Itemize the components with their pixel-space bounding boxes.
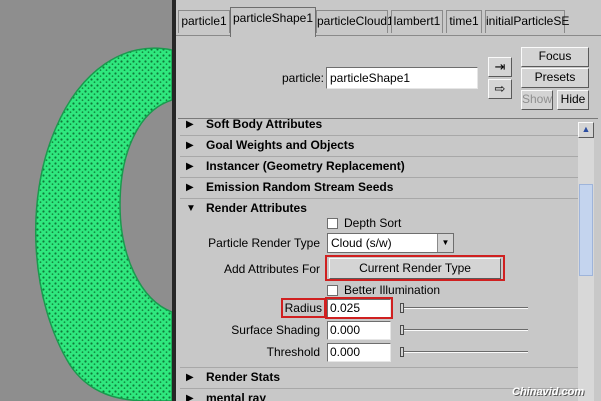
depth-sort-checkbox[interactable] xyxy=(327,218,338,229)
particle-label: particle: xyxy=(282,71,325,85)
viewport-panel[interactable] xyxy=(0,0,172,401)
highlight-box xyxy=(281,298,326,318)
tab-particlecloud1[interactable]: particleCloud1 xyxy=(316,10,394,33)
highlight-box xyxy=(325,255,505,281)
select-node-icon[interactable]: ⇥ xyxy=(488,57,512,77)
tab-initialparticlese[interactable]: initialParticleSE xyxy=(485,10,569,33)
load-node-icon[interactable]: ⇨ xyxy=(488,79,512,99)
chevron-down-icon: ▼ xyxy=(437,234,453,252)
slider-knob[interactable] xyxy=(400,347,404,357)
focus-button[interactable]: Focus xyxy=(521,47,589,67)
slider-track xyxy=(400,307,528,309)
show-button[interactable]: Show xyxy=(521,90,553,110)
particle-render-type-label: Particle Render Type xyxy=(208,236,320,250)
expanded-arrow-icon: ▼ xyxy=(186,203,196,214)
particle-render-type-dropdown[interactable]: Cloud (s/w) ▼ xyxy=(327,233,454,253)
collapsed-arrow-icon: ▶ xyxy=(186,161,194,172)
vertical-scrollbar[interactable]: ▲ xyxy=(578,122,594,401)
section-instancer[interactable]: ▶ Instancer (Geometry Replacement) xyxy=(180,157,578,177)
tab-particleshape1[interactable]: particleShape1 xyxy=(230,7,316,37)
collapsed-arrow-icon: ▶ xyxy=(186,372,194,383)
slider-knob[interactable] xyxy=(400,303,404,313)
presets-button[interactable]: Presets xyxy=(521,68,589,88)
section-soft-body-attributes[interactable]: ▶ Soft Body Attributes xyxy=(180,119,578,135)
add-attributes-label: Add Attributes For xyxy=(223,262,320,276)
surface-shading-label: Surface Shading xyxy=(231,323,320,337)
better-illumination-label: Better Illumination xyxy=(344,283,441,297)
collapsed-arrow-icon: ▶ xyxy=(186,182,194,193)
collapsed-arrow-icon: ▶ xyxy=(186,119,194,130)
surface-shading-slider[interactable] xyxy=(400,325,528,335)
section-emission-random-stream-seeds[interactable]: ▶ Emission Random Stream Seeds xyxy=(180,178,578,198)
tab-time1[interactable]: time1 xyxy=(446,10,482,33)
collapsed-arrow-icon: ▶ xyxy=(186,140,194,151)
particle-cloud xyxy=(34,47,172,401)
collapsed-arrow-icon: ▶ xyxy=(186,393,194,401)
radius-slider[interactable] xyxy=(400,303,528,313)
surface-shading-field[interactable]: 0.000 xyxy=(327,321,391,340)
slider-track xyxy=(400,351,528,353)
tab-bar: particle1 particleShape1 particleCloud1 … xyxy=(176,0,601,37)
section-render-stats[interactable]: ▶ Render Stats xyxy=(180,368,578,388)
scroll-up-icon[interactable]: ▲ xyxy=(578,122,594,138)
better-illumination-checkbox[interactable] xyxy=(327,285,338,296)
slider-track xyxy=(400,329,528,331)
scroll-thumb[interactable] xyxy=(579,184,593,276)
particle-name-field[interactable]: particleShape1 xyxy=(326,67,478,89)
threshold-label: Threshold xyxy=(266,345,320,359)
section-goal-weights[interactable]: ▶ Goal Weights and Objects xyxy=(180,136,578,156)
watermark: Chinavid.com xyxy=(512,386,585,398)
threshold-slider[interactable] xyxy=(400,347,528,357)
depth-sort-label: Depth Sort xyxy=(344,216,402,230)
tab-lambert1[interactable]: lambert1 xyxy=(391,10,443,33)
slider-knob[interactable] xyxy=(400,325,404,335)
highlight-box xyxy=(325,297,393,319)
tab-particle1[interactable]: particle1 xyxy=(178,10,230,33)
threshold-field[interactable]: 0.000 xyxy=(327,343,391,362)
hide-button[interactable]: Hide xyxy=(557,90,589,110)
